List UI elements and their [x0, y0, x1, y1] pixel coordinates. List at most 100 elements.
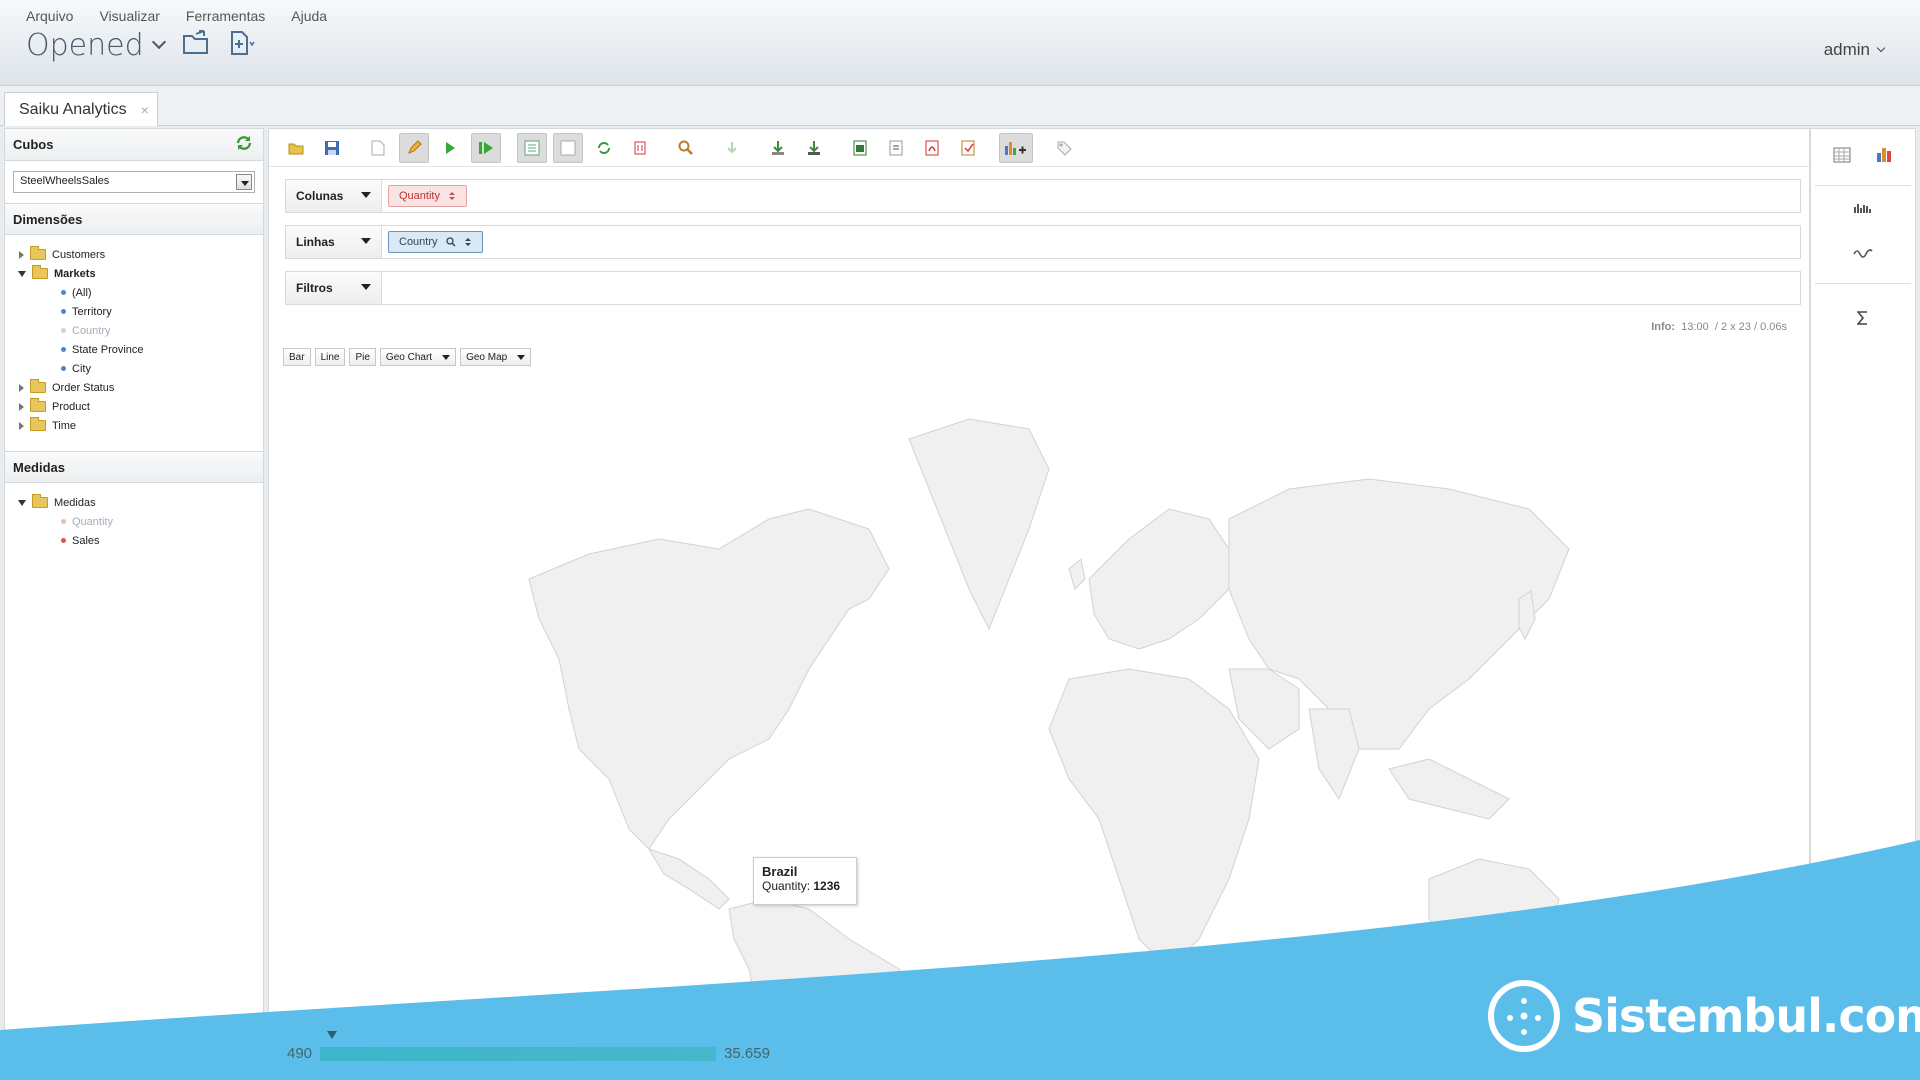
- app-header: Arquivo Visualizar Ferramentas Ajuda Ope…: [0, 0, 1920, 86]
- dimension-product[interactable]: Product: [13, 397, 255, 416]
- dimension-label: Time: [52, 419, 77, 432]
- expand-icon[interactable]: [19, 383, 24, 392]
- measure-sales[interactable]: Sales: [13, 531, 255, 550]
- opened-dropdown[interactable]: Opened: [26, 28, 166, 63]
- level-all[interactable]: (All): [13, 283, 255, 302]
- level-state-province[interactable]: State Province: [13, 340, 255, 359]
- map-india: [1308, 708, 1360, 801]
- chart-view-icon[interactable]: [1875, 145, 1895, 163]
- level-city[interactable]: City: [13, 359, 255, 378]
- tag-icon[interactable]: [1049, 133, 1079, 163]
- chevron-down-icon: [1876, 43, 1886, 53]
- expand-icon[interactable]: [19, 402, 24, 411]
- toggle-sidebar-icon[interactable]: [553, 132, 583, 163]
- columns-pill-quantity[interactable]: Quantity: [388, 185, 467, 207]
- chart-add-icon[interactable]: [999, 132, 1033, 163]
- sort-icon[interactable]: [448, 191, 456, 201]
- measure-dot-icon: [61, 538, 66, 543]
- user-menu[interactable]: admin: [1824, 40, 1886, 60]
- dimension-customers[interactable]: Customers: [13, 245, 255, 264]
- save-icon[interactable]: [317, 133, 347, 163]
- query-toolbar: [269, 129, 1809, 167]
- measure-quantity[interactable]: Quantity: [13, 512, 255, 531]
- tab-saiku-analytics[interactable]: Saiku Analytics ×: [4, 92, 158, 126]
- drillthrough-icon[interactable]: [717, 133, 747, 163]
- new-query-icon[interactable]: [363, 133, 393, 163]
- dimension-time[interactable]: Time: [13, 416, 255, 435]
- swap-axis-icon[interactable]: [589, 133, 619, 163]
- filters-label-text: Filtros: [296, 281, 333, 295]
- show-mdx-icon[interactable]: [953, 133, 983, 163]
- chart-geomap-button[interactable]: Geo Map: [460, 348, 532, 366]
- level-country[interactable]: Country: [13, 321, 255, 340]
- columns-axis-label[interactable]: Colunas: [286, 180, 382, 212]
- chart-geochart-button[interactable]: Geo Chart: [379, 348, 457, 366]
- menu-ferramentas[interactable]: Ferramentas: [186, 8, 265, 24]
- sort-icon[interactable]: [464, 237, 472, 247]
- auto-execute-icon[interactable]: [471, 132, 501, 163]
- close-tab-icon[interactable]: ×: [141, 102, 149, 118]
- level-label: Territory: [72, 305, 112, 318]
- search-icon[interactable]: [671, 133, 701, 163]
- chart-type-label: Line: [320, 351, 340, 363]
- collapse-icon[interactable]: [18, 270, 26, 277]
- menu-ajuda[interactable]: Ajuda: [291, 8, 327, 24]
- collapse-icon[interactable]: [18, 499, 26, 506]
- chart-type-buttons: Bar Line Pie Geo Chart Geo Map: [283, 348, 532, 366]
- level-territory[interactable]: Territory: [13, 302, 255, 321]
- measures-tree: Medidas Quantity Sales: [5, 483, 263, 560]
- measure-label: Quantity: [72, 515, 113, 528]
- columns-axis: Colunas Quantity: [285, 179, 1801, 213]
- chart-type-label: Geo Chart: [385, 351, 433, 363]
- edit-icon[interactable]: [399, 132, 429, 163]
- refresh-icon[interactable]: [235, 135, 253, 151]
- menu-arquivo[interactable]: Arquivo: [26, 8, 73, 24]
- chart-pie-button[interactable]: Pie: [349, 348, 376, 366]
- sum-icon[interactable]: [1857, 311, 1869, 325]
- export-pdf-icon[interactable]: [917, 133, 947, 163]
- export-drill-icon[interactable]: [799, 133, 829, 163]
- table-view-icon[interactable]: [1833, 147, 1851, 163]
- measures-folder[interactable]: Medidas: [13, 493, 255, 512]
- cube-select[interactable]: SteelWheelsSales: [13, 171, 255, 193]
- open-query-icon[interactable]: [281, 133, 311, 163]
- export-xls-icon[interactable]: [845, 133, 875, 163]
- chart-bar-button[interactable]: Bar: [283, 348, 311, 366]
- pill-label: Quantity: [399, 190, 440, 202]
- folder-icon: [30, 398, 46, 412]
- rows-pill-country[interactable]: Country: [388, 231, 483, 253]
- non-empty-icon[interactable]: [625, 133, 655, 163]
- chart-line-button[interactable]: Line: [314, 348, 346, 366]
- expand-icon[interactable]: [19, 250, 24, 259]
- divider: [1815, 185, 1911, 186]
- brand-logo-icon: [1488, 980, 1560, 1052]
- export-csv-icon[interactable]: [881, 133, 911, 163]
- measure-dot-icon: [61, 519, 66, 524]
- dimension-order-status[interactable]: Order Status: [13, 378, 255, 397]
- map-north-america: [528, 508, 890, 850]
- dropdown-arrow-icon: [517, 354, 526, 360]
- folder-open-icon: [32, 265, 48, 279]
- legend-max: 35.659: [724, 1045, 770, 1062]
- filters-axis: Filtros: [285, 271, 1801, 305]
- bar-chart-mini-icon[interactable]: [1853, 199, 1873, 215]
- export-down-icon[interactable]: [763, 133, 793, 163]
- new-query-icon[interactable]: [228, 30, 258, 56]
- filters-axis-label[interactable]: Filtros: [286, 272, 382, 304]
- toggle-fields-icon[interactable]: [517, 132, 547, 163]
- map-legend: 490 35.659: [287, 1031, 770, 1062]
- expand-icon[interactable]: [19, 421, 24, 430]
- brand-watermark: Sistembul.com: [1488, 980, 1920, 1052]
- measures-title: Medidas: [13, 460, 66, 475]
- run-query-icon[interactable]: [435, 133, 465, 163]
- chart-type-label: Pie: [355, 351, 370, 363]
- dimension-markets[interactable]: Markets: [13, 264, 255, 283]
- line-chart-mini-icon[interactable]: [1853, 245, 1873, 259]
- dimension-label: Product: [52, 400, 90, 413]
- dropdown-arrow-icon: [442, 354, 451, 360]
- open-folder-icon[interactable]: [182, 30, 212, 56]
- dropdown-arrow-icon[interactable]: [236, 174, 252, 190]
- filter-search-icon[interactable]: [445, 237, 456, 247]
- rows-axis-label[interactable]: Linhas: [286, 226, 382, 258]
- menu-visualizar[interactable]: Visualizar: [99, 8, 159, 24]
